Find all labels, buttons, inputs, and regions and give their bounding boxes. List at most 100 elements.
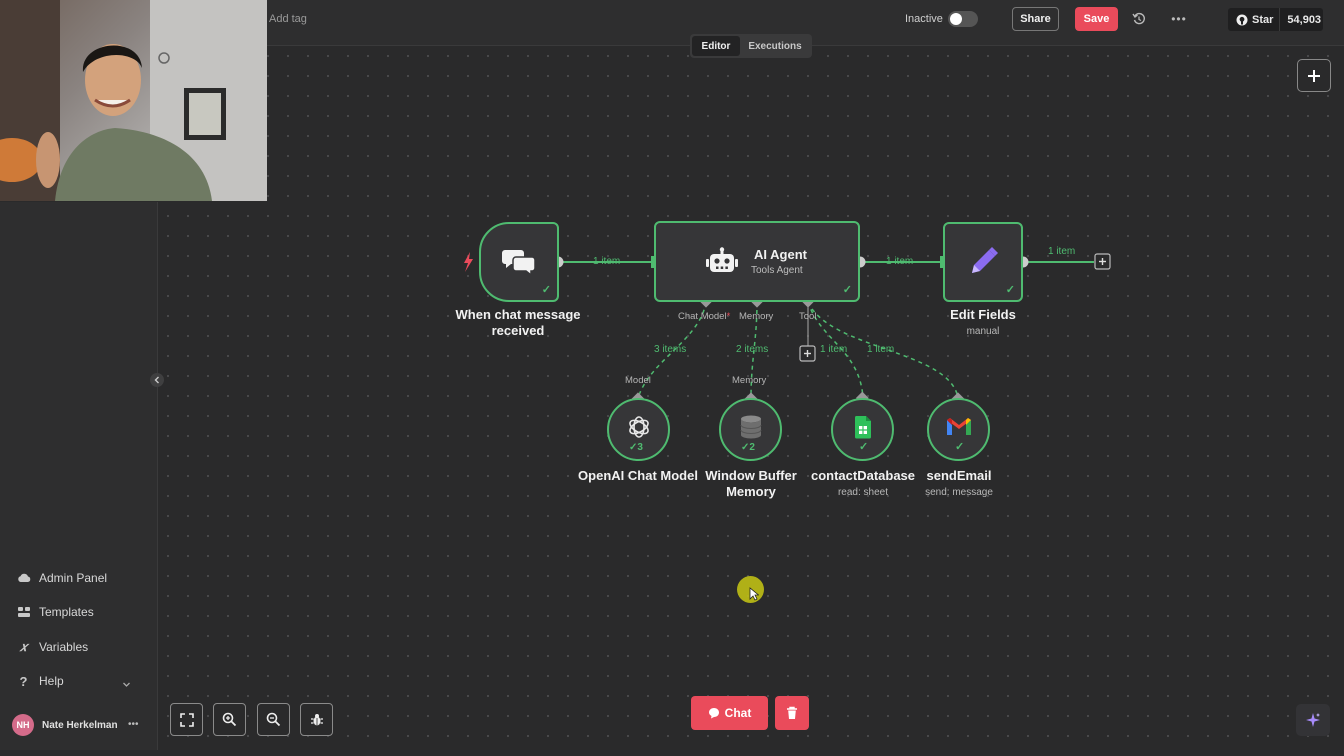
node-chat-trigger[interactable]: ✓ <box>479 222 559 302</box>
port-label-tool: Tool <box>799 311 817 322</box>
edge-label-trigger-agent: 1 item <box>593 256 621 267</box>
chat-bubbles-icon <box>502 250 536 277</box>
port-label-memory-in: Memory <box>732 375 767 386</box>
debug-button[interactable] <box>300 703 333 736</box>
n8n-workflow-editor: Add tag Inactive Share Save ••• Star 54,… <box>0 0 1344 756</box>
share-button[interactable]: Share <box>1012 7 1059 31</box>
open-chat-button[interactable]: Chat <box>691 696 768 730</box>
robot-icon <box>706 247 738 272</box>
edge-label-agent-edit: 1 item <box>886 256 914 267</box>
run-count-badge: ✓2 <box>741 442 755 453</box>
sidebar-item-label: Variables <box>39 640 89 654</box>
active-status-label: Inactive <box>905 13 943 25</box>
github-star: Star <box>1228 8 1281 31</box>
openai-icon <box>628 415 649 438</box>
zoom-in-button[interactable] <box>213 703 246 736</box>
sidebar-item-variables[interactable]: 𝑥 Variables <box>16 637 88 657</box>
node-ai-agent-title: AI Agent <box>754 247 807 262</box>
node-edit-fields-label: Edit Fields <box>950 307 1016 322</box>
tab-editor[interactable]: Editor <box>692 36 740 56</box>
delete-execution-button[interactable] <box>775 696 809 730</box>
save-button[interactable]: Save <box>1075 7 1118 31</box>
github-icon <box>1236 14 1248 25</box>
toggle-knob <box>950 13 962 25</box>
node-window-buffer-memory[interactable]: ✓2 <box>719 398 782 461</box>
trash-icon <box>787 706 797 719</box>
add-node-button[interactable] <box>1297 59 1331 92</box>
node-edit-fields-subtitle: manual <box>966 326 1000 337</box>
success-check-icon: ✓ <box>859 441 869 453</box>
edge-label-edit-out: 1 item <box>1048 246 1076 257</box>
node-edit-fields[interactable]: ✓ <box>943 222 1023 302</box>
zoom-to-fit-button[interactable] <box>170 703 203 736</box>
variables-icon: 𝑥 <box>19 639 28 654</box>
success-check-icon: ✓ <box>1005 284 1015 296</box>
user-name: Nate Herkelman <box>42 719 118 731</box>
port-label-memory: Memory <box>739 311 774 322</box>
pencil-icon <box>972 247 998 273</box>
sidebar-item-templates[interactable]: Templates <box>16 602 94 622</box>
sparkle-icon <box>1306 713 1320 727</box>
view-tabs: Editor Executions <box>690 34 812 58</box>
add-tag-link[interactable]: Add tag <box>269 13 307 25</box>
avatar: NH <box>12 714 34 736</box>
github-star-count: 54,903 <box>1287 13 1322 26</box>
mouse-cursor-icon <box>749 587 759 601</box>
edge-label-memory: 2 items <box>736 344 769 355</box>
edge-label-tool-contact: 1 item <box>820 344 848 355</box>
sidebar-collapse-button[interactable] <box>150 373 164 387</box>
more-options-icon[interactable]: ••• <box>1170 10 1188 28</box>
fullscreen-icon <box>179 712 194 727</box>
success-check-icon: ✓ <box>541 284 551 296</box>
github-star-button[interactable]: Star 54,903 <box>1228 8 1323 31</box>
label-line-1: When chat message <box>455 307 581 322</box>
user-more-icon[interactable]: ••• <box>128 719 139 730</box>
chat-icon <box>708 708 719 719</box>
zoom-out-icon <box>266 712 281 727</box>
sidebar-item-label: Admin Panel <box>39 571 108 585</box>
tab-executions[interactable]: Executions <box>742 36 808 56</box>
node-ai-agent-subtitle: Tools Agent <box>751 265 803 276</box>
cloud-icon <box>16 571 31 586</box>
label-line-1: Window Buffer <box>705 468 797 483</box>
node-memory-label: Window Buffer Memory <box>690 468 812 500</box>
bug-icon <box>310 713 323 725</box>
node-openai-label: OpenAI Chat Model <box>578 468 698 483</box>
chat-button-label: Chat <box>724 706 752 720</box>
sidebar-item-help[interactable]: ? Help <box>16 671 64 691</box>
label-line-2: received <box>491 323 545 338</box>
templates-icon <box>16 605 31 620</box>
zoom-out-button[interactable] <box>257 703 290 736</box>
github-star-label: Star <box>1252 13 1274 26</box>
node-openai-chat-model[interactable]: ✓3 <box>607 398 670 461</box>
success-check-icon: ✓ <box>842 284 852 296</box>
label-line-2: Memory <box>726 484 776 499</box>
edge-label-tool-email: 1 item <box>867 344 895 355</box>
port-label-chat-model: Chat Model* <box>678 311 731 322</box>
webcam-overlay <box>0 0 267 201</box>
history-icon[interactable] <box>1130 10 1148 28</box>
node-send-email-label: sendEmail <box>926 468 992 483</box>
node-chat-trigger-label: When chat message received <box>438 307 598 339</box>
edge-label-model: 3 items <box>654 344 687 355</box>
run-count-badge: ✓3 <box>629 442 643 453</box>
gmail-icon <box>946 417 971 435</box>
chevron-down-icon[interactable] <box>122 676 131 694</box>
plus-icon <box>1308 69 1320 82</box>
database-icon <box>740 415 761 438</box>
sidebar-item-label: Templates <box>39 605 94 619</box>
sidebar <box>0 202 158 750</box>
node-contact-database[interactable]: ✓ <box>831 398 894 461</box>
success-check-icon: ✓ <box>955 441 965 453</box>
active-toggle[interactable] <box>948 11 978 27</box>
sidebar-item-label: Help <box>39 674 64 688</box>
help-icon: ? <box>19 673 28 689</box>
ai-assistant-button[interactable] <box>1296 704 1330 736</box>
chevron-left-icon <box>154 376 159 384</box>
google-sheets-icon <box>854 415 871 438</box>
sidebar-item-admin-panel[interactable]: Admin Panel <box>16 568 107 588</box>
node-send-email[interactable]: ✓ <box>927 398 990 461</box>
node-send-email-subtitle: send: message <box>925 487 993 498</box>
user-menu[interactable]: NH Nate Herkelman <box>12 714 118 736</box>
zoom-in-icon <box>222 712 237 727</box>
